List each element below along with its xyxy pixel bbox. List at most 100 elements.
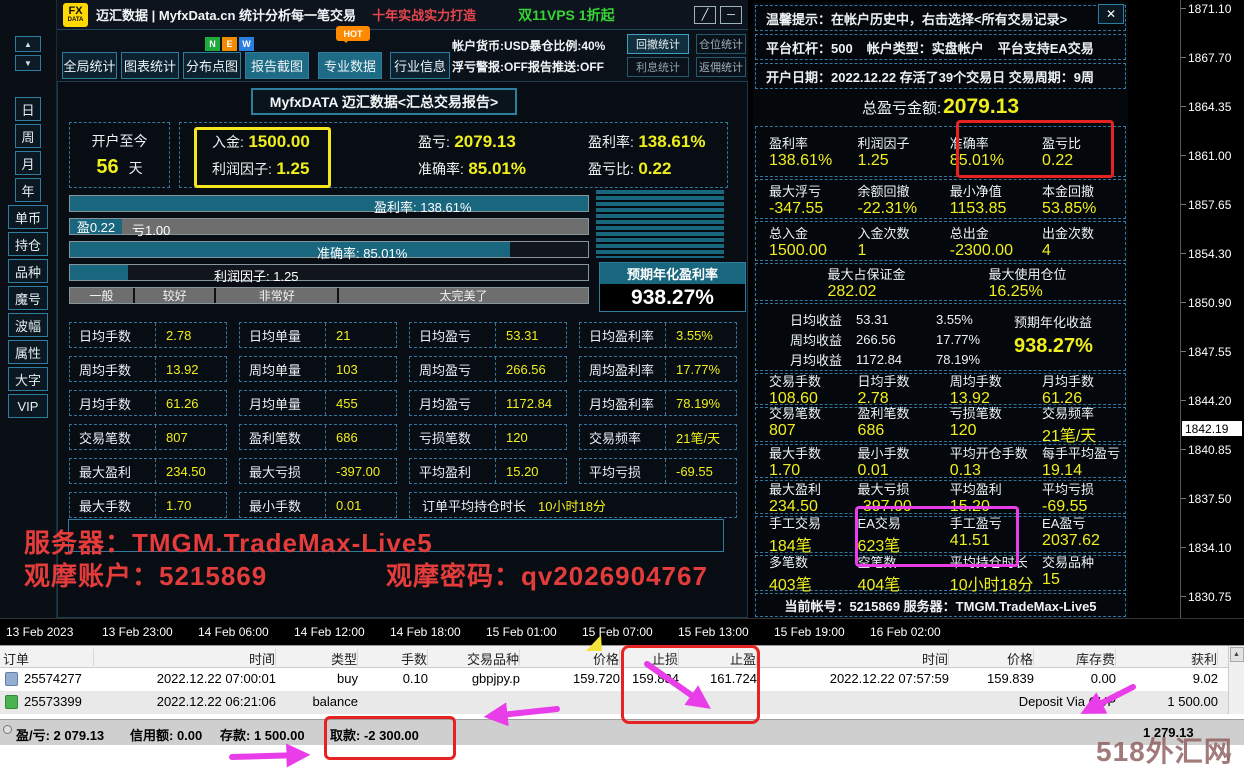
orders-scrollbar[interactable]: ▲ <box>1228 646 1244 714</box>
panel-stat-label: 每手平均盈亏 <box>1042 443 1125 462</box>
sidebar-item[interactable]: 魔号 <box>8 286 48 310</box>
stat-value: 1.70 <box>156 498 191 513</box>
open-date-box: 开户日期：2022.12.22 存活了39个交易日 交易周期：9周 <box>755 63 1126 89</box>
orders-cell: 159.720 <box>526 671 620 686</box>
sidebar-item[interactable]: 日 <box>15 97 41 121</box>
price-axis-label: 1850.90 <box>1188 296 1231 345</box>
orders-header-cell[interactable]: 订单 <box>3 649 94 666</box>
win-loss-ratio-bar: 盈0.22 亏1.00 <box>69 218 589 235</box>
panel-stat-value: 19.14 <box>1042 462 1125 480</box>
rating-scale-segment: 一般 <box>70 288 133 303</box>
tab-global-stats[interactable]: 全局统计 <box>62 52 117 79</box>
orders-cell: 159.839 <box>957 671 1034 686</box>
orders-header-cell[interactable]: 价格 <box>526 649 620 666</box>
orders-header-cell[interactable]: 止损 <box>626 649 679 666</box>
orders-header-cell[interactable]: 时间 <box>763 649 949 666</box>
account-status-bar: 盈/亏: 2 079.13 信用额: 0.00 存款: 1 500.00 取款:… <box>0 719 1244 745</box>
scroll-down-icon[interactable]: ▼ <box>15 55 41 71</box>
minimize-icon[interactable]: ─ <box>720 6 742 24</box>
panel-stat-cell: 本金回撤53.85% <box>1029 181 1125 218</box>
tab-pro-data[interactable]: 专业数据 <box>318 52 382 79</box>
orders-header-cell[interactable]: 类型 <box>282 649 358 666</box>
stat-label: 盈利笔数 <box>240 425 326 449</box>
sort-icon[interactable]: ▾ <box>268 651 272 660</box>
close-icon[interactable]: ✕ <box>1098 4 1124 24</box>
scrollbar-up-icon[interactable]: ▲ <box>1230 647 1244 662</box>
panel-stat-label: 最大亏损 <box>858 479 937 498</box>
tab-report-screenshot[interactable]: 报告截图 <box>245 52 309 79</box>
draw-tool-icon[interactable]: ╱ <box>694 6 716 24</box>
orders-header-cell[interactable]: 时间 <box>96 649 276 666</box>
promo-text-green[interactable]: 双11VPS 1折起 <box>518 5 615 25</box>
sidebar-item[interactable]: 波幅 <box>8 313 48 337</box>
stat-cell: 月均盈亏1172.84 <box>409 390 567 416</box>
summary-rate-group: 盈利率: 138.61% 盈亏比: 0.22 <box>588 123 705 187</box>
stat-value: 686 <box>326 430 358 445</box>
price-axis: 1871.101867.701864.351861.001857.651854.… <box>1128 0 1244 618</box>
panel-stat-label: 手工盈亏 <box>950 513 1029 532</box>
orders-cell: 2022.12.22 07:57:59 <box>763 671 949 686</box>
sidebar-item[interactable]: 年 <box>15 178 41 202</box>
account-currency-info: 帐户货币:USD暴仓比例:40% <box>452 37 605 54</box>
balance-row[interactable]: 25573399 2022.12.22 06:21:06 balance Dep… <box>0 691 1244 714</box>
panel-stat-label: 总入金 <box>769 223 845 242</box>
panel-stat-cell: 亏损笔数120 <box>937 403 1029 446</box>
sidebar-item[interactable]: VIP <box>8 394 48 418</box>
sidebar-item[interactable]: 月 <box>15 151 41 175</box>
orders-header-cell[interactable]: 价格 <box>957 649 1034 666</box>
panel-stat-label: 手工交易 <box>769 513 845 532</box>
sidebar-item[interactable]: 品种 <box>8 259 48 283</box>
stat-cell: 月均盈利率78.19% <box>579 390 737 416</box>
price-axis-label: 1847.55 <box>1188 345 1231 394</box>
orders-header-cell[interactable]: 获利 <box>1122 649 1218 666</box>
sidebar-item[interactable]: 大字 <box>8 367 48 391</box>
panel-stat-label: 最大占保证金 <box>827 264 905 283</box>
profit-factor-bar: 利润因子: 1.25 <box>69 264 589 281</box>
stat-value: 2.78 <box>156 328 191 343</box>
panel-stat-label: 亏损笔数 <box>950 403 1029 422</box>
orders-header-cell[interactable]: 交易品种 <box>434 649 520 666</box>
panel-stat-value: 403笔 <box>769 571 845 595</box>
stat-label: 日均盈亏 <box>410 323 496 347</box>
panel-stat-label: 本金回撤 <box>1042 181 1125 200</box>
stats-row-lots: 最大手数1.70最小手数0.01 <box>69 492 397 518</box>
sidebar-item[interactable]: 单币 <box>8 205 48 229</box>
tab-industry-info[interactable]: 行业信息 <box>390 52 450 79</box>
orders-cell: 2022.12.22 06:21:06 <box>96 694 276 709</box>
panel-stat-label: 多笔数 <box>769 552 845 571</box>
panel-stat-cell: 月均手数61.26 <box>1029 371 1125 408</box>
panel-stat-cell: 最大浮亏-347.55 <box>756 181 845 218</box>
panel-stat-label: 盈利笔数 <box>858 403 937 422</box>
sidebar-item[interactable]: 属性 <box>8 340 48 364</box>
panel-stat-value: 53.85% <box>1042 200 1125 218</box>
panel-stat-label: 周均手数 <box>950 371 1029 390</box>
position-stats-button[interactable]: 仓位统计 <box>696 34 746 54</box>
interest-stats-button[interactable]: 利息统计 <box>627 57 689 77</box>
stats-row-weekly: 周均手数13.92周均单量103周均盈亏266.56周均盈利率17.77% <box>69 356 737 382</box>
scroll-up-icon[interactable]: ▲ <box>15 36 41 52</box>
badge-new-n: N <box>205 37 220 51</box>
orders-header-cell[interactable]: 库存费 <box>1040 649 1116 666</box>
orders-header-cell[interactable]: 手数 <box>364 649 428 666</box>
panel-stat-value: -2300.00 <box>950 242 1029 260</box>
account-age-box: 开户至今 56天 <box>69 122 170 188</box>
stat-label: 日均盈利率 <box>580 323 666 347</box>
tab-scatter-plot[interactable]: 分布点图 <box>183 52 241 79</box>
timeline-label: 14 Feb 12:00 <box>294 625 390 645</box>
current-price-label: 1842.19 <box>1182 421 1242 436</box>
panel-stat-cell: 出金次数4 <box>1029 223 1125 260</box>
panel-stat-cell: 手工盈亏41.51 <box>937 513 1029 556</box>
tab-chart-stats[interactable]: 图表统计 <box>121 52 179 79</box>
rebate-stats-button[interactable]: 返佣统计 <box>696 57 746 77</box>
stat-value: 15.20 <box>496 464 539 479</box>
orders-header-cell[interactable]: 止盈 <box>685 649 757 666</box>
sidebar-item[interactable]: 持仓 <box>8 232 48 256</box>
drawdown-stats-button[interactable]: 回撤统计 <box>627 34 689 54</box>
panel-stat-label: 准确率 <box>950 133 1029 152</box>
sidebar-item[interactable]: 周 <box>15 124 41 148</box>
timeline-label: 13 Feb 2023 <box>6 625 102 645</box>
panel-stat-label: 最大盈利 <box>769 479 845 498</box>
panel-stat-cell: 最大占保证金282.02 <box>814 264 905 301</box>
order-row[interactable]: 255742772022.12.22 07:00:01buy0.10gbpjpy… <box>0 668 1244 691</box>
price-axis-label: 1864.35 <box>1188 100 1231 149</box>
